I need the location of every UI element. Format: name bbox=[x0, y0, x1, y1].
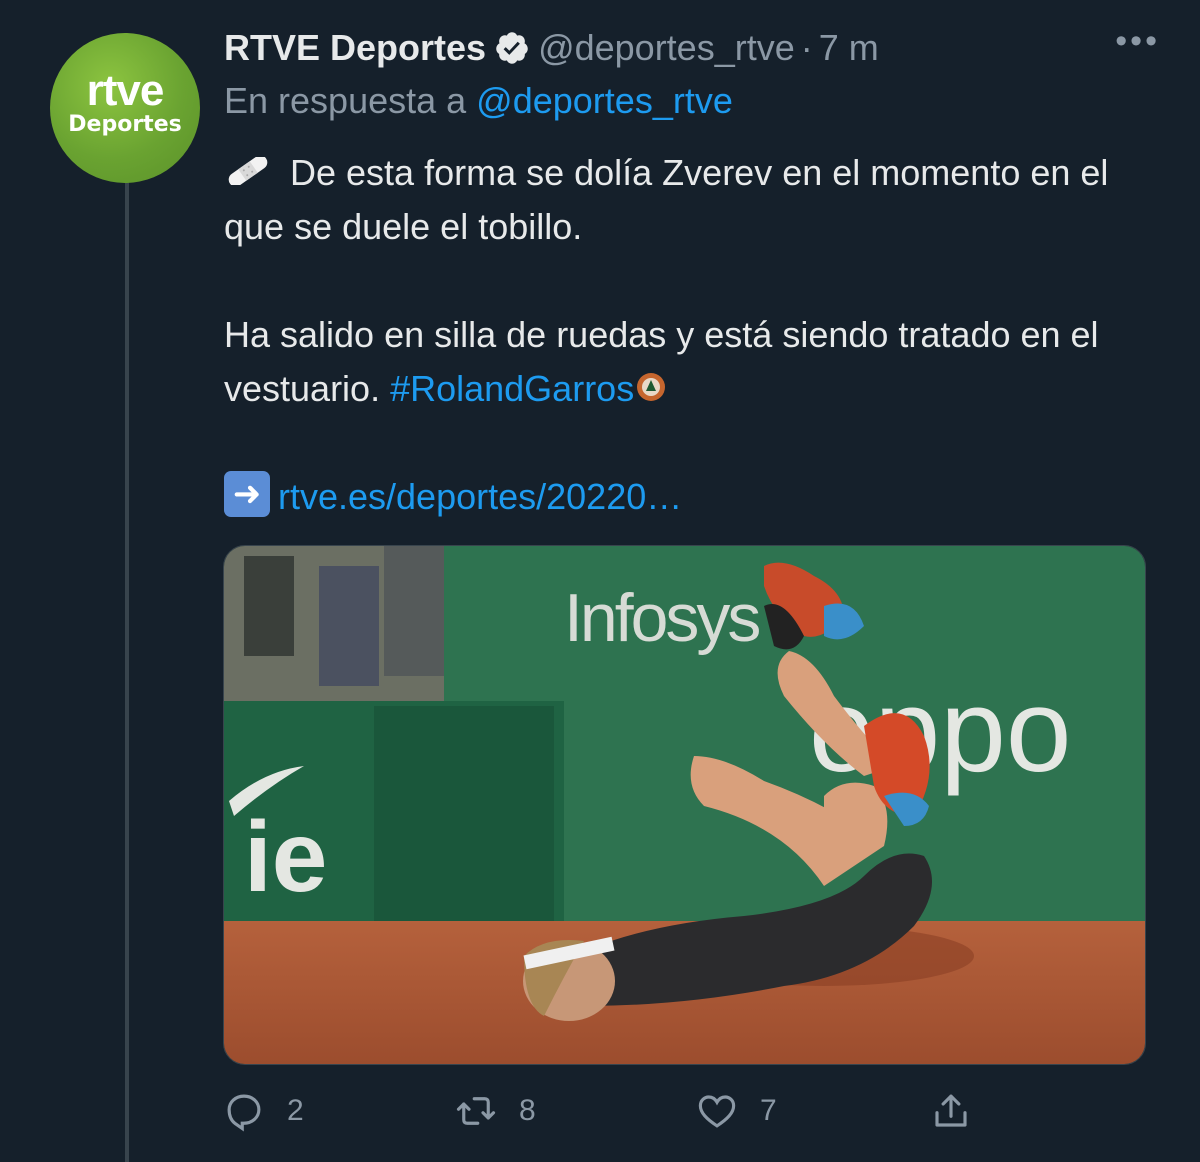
share-button[interactable] bbox=[930, 1090, 972, 1132]
heart-icon bbox=[698, 1095, 736, 1128]
avatar[interactable]: rtve Deportes bbox=[50, 33, 200, 183]
retweet-button[interactable]: 8 bbox=[455, 1090, 536, 1132]
media-scene: Infosys oppo ie bbox=[224, 546, 1145, 1064]
tweet-line-1: De esta forma se dolía Zverev en el mome… bbox=[224, 152, 1109, 247]
tweet-header: RTVE Deportes @deportes_rtve · 7 m ••• bbox=[224, 24, 1160, 72]
avatar-logo-text: rtve bbox=[86, 66, 165, 115]
verified-badge-icon bbox=[496, 32, 528, 64]
author-name[interactable]: RTVE Deportes bbox=[224, 27, 486, 69]
reply-handle-link[interactable]: @deportes_rtve bbox=[476, 80, 733, 121]
reply-button[interactable]: 2 bbox=[223, 1090, 304, 1132]
article-link[interactable]: rtve.es/deportes/20220… bbox=[278, 476, 682, 517]
reply-count: 2 bbox=[287, 1094, 304, 1127]
tweet-time[interactable]: 7 m bbox=[819, 27, 879, 69]
thread-line bbox=[125, 172, 129, 1162]
tweet-paragraph-1: De esta forma se dolía Zverev en el mome… bbox=[224, 146, 1164, 254]
like-count: 7 bbox=[760, 1094, 777, 1127]
reply-label: En respuesta a bbox=[224, 80, 477, 121]
tweet-paragraph-3: ➜ rtve.es/deportes/20220… bbox=[224, 470, 1164, 524]
tweet-text: De esta forma se dolía Zverev en el mome… bbox=[224, 146, 1164, 524]
right-arrow-icon: ➜ bbox=[224, 471, 270, 518]
tweet-actions: 2 8 7 bbox=[223, 1085, 983, 1141]
reply-context: En respuesta a @deportes_rtve bbox=[224, 80, 733, 122]
tweet-media[interactable]: Infosys oppo ie bbox=[223, 545, 1146, 1065]
reply-icon bbox=[227, 1094, 261, 1132]
avatar-logo-subtext: Deportes bbox=[68, 112, 182, 137]
hashtag-link[interactable]: #RolandGarros bbox=[390, 368, 634, 409]
media-banner-infosys: Infosys bbox=[564, 580, 759, 656]
roland-garros-logo-icon bbox=[637, 373, 666, 402]
more-options-icon[interactable]: ••• bbox=[1115, 24, 1160, 58]
author-handle[interactable]: @deportes_rtve bbox=[538, 27, 795, 69]
retweet-icon bbox=[456, 1097, 496, 1125]
adhesive-bandage-icon bbox=[228, 157, 268, 186]
separator-dot: · bbox=[800, 27, 813, 68]
like-button[interactable]: 7 bbox=[696, 1090, 777, 1132]
retweet-count: 8 bbox=[519, 1094, 536, 1127]
media-banner-partial: ie bbox=[244, 801, 327, 913]
tweet-paragraph-2: Ha salido en silla de ruedas y está sien… bbox=[224, 308, 1164, 416]
share-icon bbox=[935, 1094, 967, 1127]
